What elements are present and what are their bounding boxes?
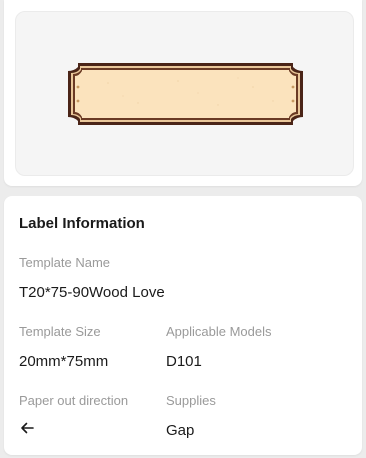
section-title: Label Information bbox=[19, 215, 145, 232]
label-information-card: Label Information Template Name T20*75-9… bbox=[4, 196, 362, 455]
template-name-label: Template Name bbox=[19, 255, 111, 270]
template-size-value: 20mm*75mm bbox=[19, 353, 109, 370]
label-preview-image bbox=[68, 63, 303, 125]
applicable-models-value: D101 bbox=[166, 353, 202, 370]
template-name-value: T20*75-90Wood Love bbox=[19, 284, 165, 301]
template-size-label: Template Size bbox=[19, 324, 101, 339]
applicable-models-label: Applicable Models bbox=[166, 324, 272, 339]
label-preview-area bbox=[15, 11, 354, 176]
paper-out-direction-label: Paper out direction bbox=[19, 393, 129, 408]
label-preview-card bbox=[4, 0, 362, 186]
supplies-label: Supplies bbox=[166, 393, 216, 408]
arrow-left-icon bbox=[21, 422, 34, 434]
supplies-value: Gap bbox=[166, 422, 195, 439]
